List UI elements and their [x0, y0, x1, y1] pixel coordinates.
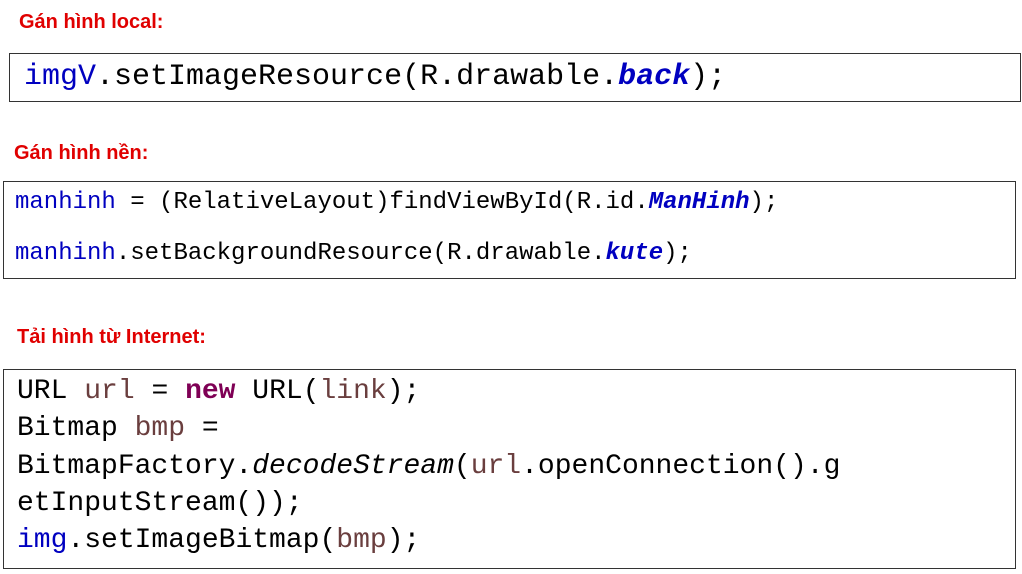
heading-internet-image: Tải hình từ Internet:: [17, 326, 206, 348]
code-var-manhinh: manhinh: [15, 189, 116, 216]
code-call: .setImageBitmap(: [67, 525, 337, 556]
code-end: );: [663, 240, 692, 267]
code-var-bmp: bmp: [336, 525, 387, 556]
code-var-url: url: [470, 451, 522, 482]
code-line-decode-stream: BitmapFactory.decodeStream(url.openConne…: [17, 448, 840, 485]
code-keyword-new: new: [185, 376, 236, 407]
code-line-find-view: manhinh = (RelativeLayout)findViewById(R…: [15, 188, 778, 218]
code-var-imgv: imgV: [24, 60, 97, 94]
code-call: .setImageResource(R.drawable.: [96, 60, 619, 94]
code-call: .setBackgroundResource(R.drawable.: [115, 240, 606, 267]
code-var-link: link: [319, 376, 387, 407]
code-paren: (: [453, 451, 471, 482]
code-method-decodestream: decodeStream: [252, 451, 454, 482]
code-end: );: [749, 189, 779, 216]
code-constant-manhinh: ManHinh: [648, 189, 750, 216]
heading-background-image: Gán hình nền:: [14, 142, 149, 164]
code-var-img: img: [17, 525, 68, 556]
code-constant-kute: kute: [605, 240, 664, 267]
code-line-new-url: URL url = new URL(link);: [17, 373, 420, 410]
heading-local-image: Gán hình local:: [19, 11, 164, 33]
code-end: );: [690, 60, 727, 94]
code-input-stream: etInputStream());: [17, 488, 303, 519]
code-line-bitmap-decl: Bitmap bmp =: [17, 410, 219, 447]
code-block-internet-image: URL url = new URL(link); Bitmap bmp = Bi…: [3, 369, 1016, 569]
code-var-url: url: [84, 376, 135, 407]
code-assign: =: [134, 376, 186, 407]
code-class-bitmapfactory: BitmapFactory.: [17, 451, 253, 482]
code-line-set-background: manhinh.setBackgroundResource(R.drawable…: [15, 239, 692, 269]
code-var-manhinh: manhinh: [15, 240, 116, 267]
code-open-connection: .openConnection().g: [521, 451, 841, 482]
code-cast-find-view: = (RelativeLayout)findViewById(R.id.: [115, 189, 649, 216]
code-block-local-image: imgV.setImageResource(R.drawable.back);: [9, 53, 1021, 102]
code-type-bitmap: Bitmap: [17, 413, 135, 444]
code-line-set-image-resource: imgV.setImageResource(R.drawable.back);: [24, 58, 726, 96]
code-constant-back: back: [618, 60, 691, 94]
code-end: );: [386, 376, 421, 407]
code-line-input-stream: etInputStream());: [17, 485, 303, 522]
code-assign: =: [185, 413, 219, 444]
code-type-url: URL: [17, 376, 85, 407]
code-line-set-image-bitmap: img.setImageBitmap(bmp);: [17, 522, 420, 559]
code-block-background-image: manhinh = (RelativeLayout)findViewById(R…: [3, 181, 1016, 279]
code-var-bmp: bmp: [134, 413, 186, 444]
code-end: );: [386, 525, 421, 556]
code-ctor: URL(: [235, 376, 320, 407]
